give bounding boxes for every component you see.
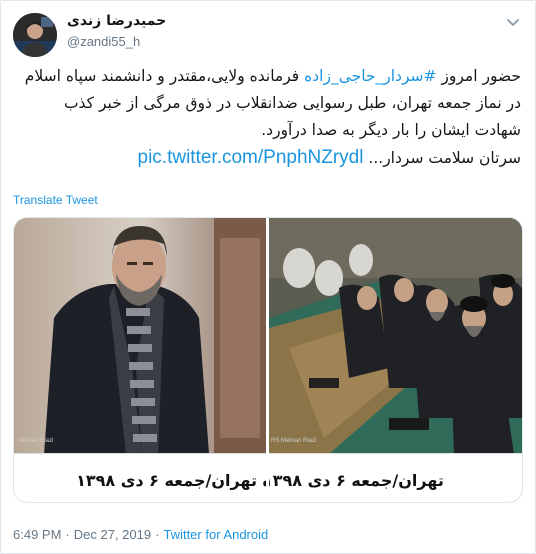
tweet-footer: 6:49 PM · Dec 27, 2019 · Twitter for Android [13,527,268,542]
tweet-text: حضور امروز #سردار_حاجی_زاده فرمانده ولای… [13,63,521,172]
hashtag-link[interactable]: #سردار_حاجی_زاده [304,67,436,85]
media-grid: Mehran Riazi ه تهران/جمعه ۶ دی ۱۳۹۸ RS M… [13,217,523,503]
media-photo-1[interactable]: Mehran Riazi ه تهران/جمعه ۶ دی ۱۳۹۸ [14,218,266,502]
author-handle[interactable]: @zandi55_h [67,34,140,49]
avatar[interactable] [13,13,57,57]
avatar-image [13,13,57,57]
photo-credit: RS Mehran Riazi [271,438,317,444]
more-options-button[interactable] [503,13,523,33]
author-name[interactable]: حمیدرضا زندی [67,13,166,29]
separator: · [65,527,70,542]
tweet-text-part: سرتان سلامت سردار... [363,149,521,167]
photo-caption: تهران/جمعه ۶ دی ۱۳۹۸ [269,471,444,490]
tweet-date[interactable]: Dec 27, 2019 [74,527,151,542]
photo-caption: ه تهران/جمعه ۶ دی ۱۳۹۸ [76,471,266,490]
source-app-link[interactable]: Twitter for Android [163,527,268,542]
chevron-down-icon [507,19,519,26]
photo-credit: Mehran Riazi [18,438,54,444]
tweet-card: حمیدرضا زندی @zandi55_h حضور امروز #سردا… [0,0,536,554]
media-photo-2[interactable]: RS Mehran Riazi تهران/جمعه ۶ دی ۱۳۹۸ [269,218,522,502]
tweet-text-part: حضور امروز [436,67,521,85]
media-link[interactable]: pic.twitter.com/PnphNZrydl [138,147,364,168]
tweet-time[interactable]: 6:49 PM [13,527,61,542]
separator: · [155,527,160,542]
translate-tweet-link[interactable]: Translate Tweet [13,193,98,207]
